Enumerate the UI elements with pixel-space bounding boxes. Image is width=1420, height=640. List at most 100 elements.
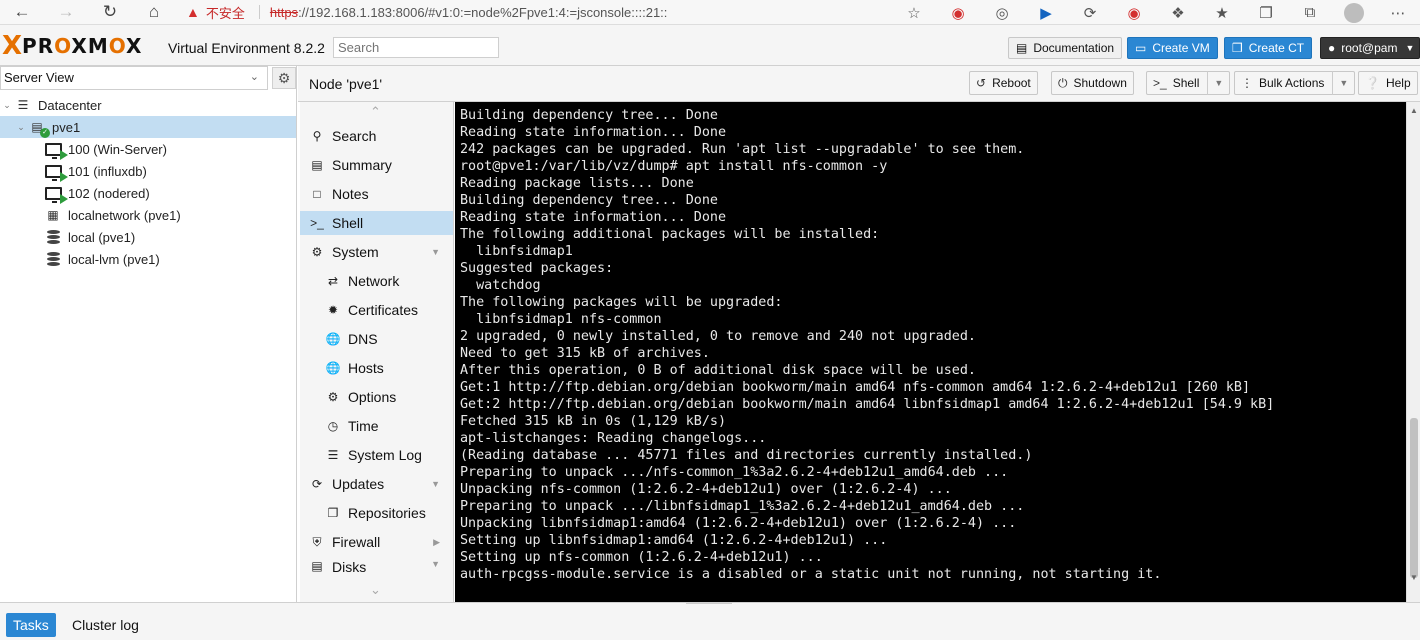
tree-item-local[interactable]: local (pve1) [0, 226, 296, 248]
menu-item-notes[interactable]: □ Notes [300, 182, 453, 206]
tree-item-vm-102[interactable]: 102 (nodered) [0, 182, 296, 204]
chevron-down-icon[interactable]: ▼ [1207, 71, 1223, 95]
tree-item-vm-101[interactable]: 101 (influxdb) [0, 160, 296, 182]
terminal-scrollbar[interactable]: ▲ ▼ [1406, 102, 1420, 602]
gear-icon: ⚙ [327, 390, 339, 404]
terminal-line: Suggested packages: [460, 261, 614, 276]
menu-item-repositories[interactable]: ❐ Repositories [300, 501, 453, 525]
terminal-line: Building dependency tree... Done [460, 108, 718, 123]
shell-label: Shell [1172, 76, 1200, 90]
extension-stop-icon[interactable]: ◉ [1112, 0, 1156, 25]
menu-label: Notes [332, 186, 369, 202]
menu-item-search[interactable]: ⚲ Search [300, 124, 453, 148]
storage-icon [44, 229, 62, 245]
scroll-down-icon[interactable]: ▼ [1407, 573, 1420, 582]
version-label: Virtual Environment 8.2.2 [168, 40, 325, 56]
forward-icon[interactable]: → [44, 0, 88, 25]
exchange-icon: ⇄ [327, 274, 339, 288]
menu-item-hosts[interactable]: 🌐 Hosts [300, 356, 453, 380]
security-label: 不安全 [205, 5, 245, 21]
scrollbar-thumb[interactable] [1410, 418, 1418, 578]
terminal-line: Fetched 315 kB in 0s (1,129 kB/s) [460, 414, 727, 429]
tree-item-localnetwork[interactable]: ▦ localnetwork (pve1) [0, 204, 296, 226]
extension-circle-icon[interactable]: ◎ [980, 0, 1024, 25]
reboot-button[interactable]: ↺ Reboot [969, 71, 1038, 95]
chevron-right-icon[interactable]: ▶ [433, 537, 440, 548]
help-button[interactable]: ❔ Help [1358, 71, 1418, 95]
collections-icon[interactable]: ❐ [1244, 0, 1288, 25]
terminal-line: Unpacking libnfsidmap1:amd64 (1:2.6.2-4+… [460, 516, 1017, 531]
terminal-line: Preparing to unpack .../nfs-common_1%3a2… [460, 465, 1009, 480]
scroll-up-icon[interactable]: ▲ [1407, 106, 1420, 115]
menu-label: Summary [332, 157, 392, 173]
logo-x: X [2, 31, 23, 61]
menu-item-system[interactable]: ⚙ System ▼ [300, 240, 453, 264]
chevron-down-icon: ⌄ [249, 71, 259, 83]
extension-play-icon[interactable]: ▶ [1024, 0, 1068, 25]
tree-item-vm-100[interactable]: 100 (Win-Server) [0, 138, 296, 160]
terminal-line: Setting up libnfsidmap1:amd64 (1:2.6.2-4… [460, 533, 888, 548]
menu-item-disks[interactable]: ▤ Disks ▼ [300, 559, 453, 573]
menu-label: System Log [348, 447, 422, 463]
menu-item-summary[interactable]: ▤ Summary [300, 153, 453, 177]
tab-tasks[interactable]: Tasks [6, 613, 56, 637]
menu-label: Firewall [332, 534, 381, 550]
extension-record-icon[interactable]: ◉ [936, 0, 980, 25]
scroll-down-icon[interactable]: ⌄ [370, 582, 381, 598]
tab-cluster-log[interactable]: Cluster log [65, 613, 146, 637]
bulk-actions-button[interactable]: ⋮ Bulk Actions ▼ [1234, 71, 1356, 95]
terminal-line: apt-listchanges: Reading changelogs... [460, 431, 767, 446]
create-vm-button[interactable]: ▭ Create VM [1127, 37, 1218, 59]
collapse-icon[interactable]: ⌄ [0, 100, 14, 111]
terminal-line: Need to get 315 kB of archives. [460, 346, 710, 361]
back-icon[interactable]: ← [0, 0, 44, 25]
shell-button[interactable]: >_ Shell ▼ [1146, 71, 1231, 95]
tree-item-datacenter[interactable]: ⌄ ☰ Datacenter [0, 94, 296, 116]
scroll-up-icon[interactable]: ⌃ [370, 104, 381, 120]
menu-item-options[interactable]: ⚙ Options [300, 385, 453, 409]
gear-icon[interactable]: ⚙ [272, 67, 296, 89]
menu-item-dns[interactable]: 🌐 DNS [300, 327, 453, 351]
profile-avatar-icon[interactable] [1332, 0, 1376, 25]
search-input[interactable] [333, 37, 499, 58]
menu-item-shell[interactable]: >_ Shell [300, 211, 453, 235]
menu-item-updates[interactable]: ⟳ Updates ▼ [300, 472, 453, 496]
view-selector[interactable]: Server View ⌄ [0, 66, 268, 90]
add-favorite-icon[interactable]: ☆ [892, 0, 936, 25]
chevron-down-icon[interactable]: ▼ [431, 559, 440, 569]
create-vm-label: Create VM [1152, 41, 1210, 55]
vm-running-icon [44, 163, 68, 182]
reload-icon[interactable]: ↻ [88, 0, 132, 25]
menu-item-time[interactable]: ◷ Time [300, 414, 453, 438]
search-icon: ⚲ [312, 129, 322, 143]
menu-label: Shell [332, 215, 364, 231]
create-ct-button[interactable]: ❒ Create CT [1224, 37, 1313, 59]
menu-item-system-log[interactable]: ☰ System Log [300, 443, 453, 467]
menu-item-certificates[interactable]: ✹ Certificates [300, 298, 453, 322]
extensions-puzzle-icon[interactable]: ❖ [1156, 0, 1200, 25]
clock-icon: ◷ [327, 419, 339, 433]
user-menu-button[interactable]: ● root@pam ▼ [1320, 37, 1420, 59]
documentation-button[interactable]: ▤ Documentation [1008, 37, 1123, 59]
menu-item-network[interactable]: ⇄ Network [300, 269, 453, 293]
tree-label: 102 (nodered) [68, 185, 150, 201]
vm-running-icon [44, 185, 68, 204]
tree-item-local-lvm[interactable]: local-lvm (pve1) [0, 248, 296, 270]
address-bar[interactable]: ▲ 不安全 https ://192.168.1.183:8006/#v1:0:… [186, 0, 667, 25]
chevron-down-icon[interactable]: ▼ [431, 479, 440, 489]
home-icon[interactable]: ⌂ [132, 0, 176, 25]
chevron-down-icon[interactable]: ▼ [1332, 71, 1348, 95]
tree-item-pve1[interactable]: ⌄ ▤ ✓ pve1 [0, 116, 296, 138]
collapse-icon[interactable]: ⌄ [14, 122, 28, 133]
panel-splitter[interactable] [686, 603, 732, 609]
shutdown-button[interactable]: ⏻ Shutdown [1051, 71, 1134, 95]
menu-item-firewall[interactable]: ⛨ Firewall ▶ [300, 530, 453, 554]
favorites-icon[interactable]: ★ [1200, 0, 1244, 25]
server-rack-icon: ☰ [17, 98, 29, 112]
shell-terminal[interactable]: Building dependency tree... Done Reading … [455, 102, 1420, 602]
more-menu-icon[interactable]: ⋯ [1376, 0, 1420, 25]
globe-icon: 🌐 [325, 332, 341, 346]
chevron-down-icon[interactable]: ▼ [431, 247, 440, 257]
share-icon[interactable]: ⧉ [1288, 0, 1332, 25]
extension-refresh-icon[interactable]: ⟳ [1068, 0, 1112, 25]
